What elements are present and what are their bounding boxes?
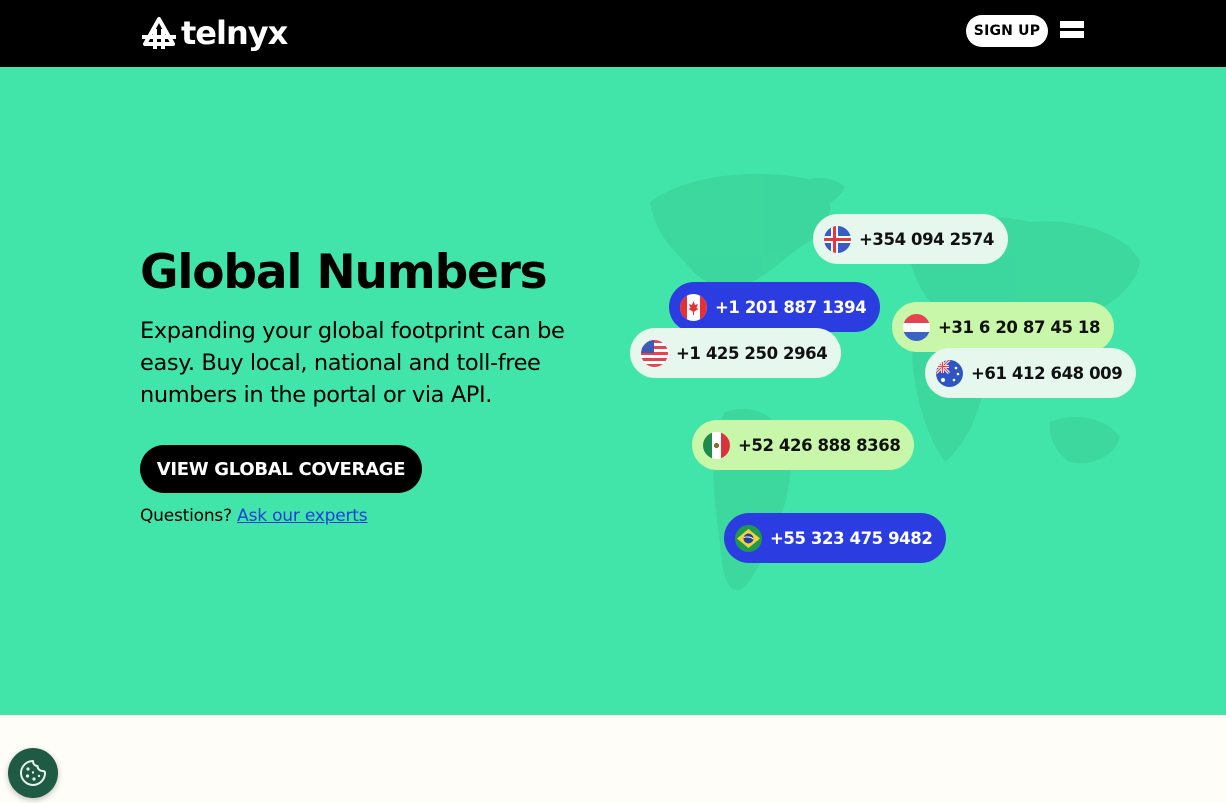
phone-number-pill-australia: +61 412 648 009 (925, 348, 1137, 398)
phone-number-text: +52 426 888 8368 (738, 435, 901, 455)
phone-number-text: +31 6 20 87 45 18 (938, 317, 1101, 337)
netherlands-flag-icon (903, 313, 930, 341)
phone-number-pill-mexico: +52 426 888 8368 (692, 420, 915, 470)
phone-number-pill-netherlands: +31 6 20 87 45 18 (892, 302, 1115, 352)
cookie-settings-button[interactable] (8, 748, 58, 798)
hamburger-icon[interactable] (1060, 21, 1084, 41)
canada-flag-icon (680, 293, 707, 321)
phone-number-text: +354 094 2574 (859, 229, 994, 249)
phone-number-pill-iceland: +354 094 2574 (813, 214, 1008, 264)
cookie-icon (20, 760, 46, 786)
phone-number-pill-brazil: +55 323 475 9482 (724, 513, 947, 563)
phone-number-text: +1 201 887 1394 (715, 297, 867, 317)
mexico-flag-icon (703, 431, 730, 459)
hero-description: Expanding your global footprint can be e… (140, 318, 565, 408)
iceland-flag-icon (824, 225, 851, 253)
telnyx-logo-icon (142, 17, 176, 49)
usa-flag-icon (641, 339, 668, 367)
ask-our-experts-link[interactable]: Ask our experts (237, 506, 367, 526)
phone-number-pill-usa: +1 425 250 2964 (630, 328, 842, 378)
phone-number-text: +55 323 475 9482 (770, 528, 933, 548)
phone-number-pill-canada: +1 201 887 1394 (669, 282, 881, 332)
telnyx-logo[interactable]: telnyx (140, 14, 288, 52)
phone-number-text: +61 412 648 009 (971, 363, 1123, 383)
view-global-coverage-button[interactable]: VIEW GLOBAL COVERAGE (140, 445, 422, 493)
brazil-flag-icon (735, 524, 762, 552)
page-title: Global Numbers (140, 245, 548, 300)
lower-section (0, 715, 1226, 803)
sign-up-button[interactable]: SIGN UP (966, 15, 1048, 47)
questions-label: Questions? (140, 506, 232, 526)
questions-line: Questions? Ask our experts (140, 506, 368, 526)
top-navigation-bar: telnyx SIGN UP (0, 0, 1226, 67)
hero-section: Global Numbers Expanding your global foo… (0, 67, 1226, 715)
phone-number-text: +1 425 250 2964 (676, 343, 828, 363)
brand-wordmark: telnyx (181, 14, 288, 52)
australia-flag-icon (936, 359, 963, 387)
